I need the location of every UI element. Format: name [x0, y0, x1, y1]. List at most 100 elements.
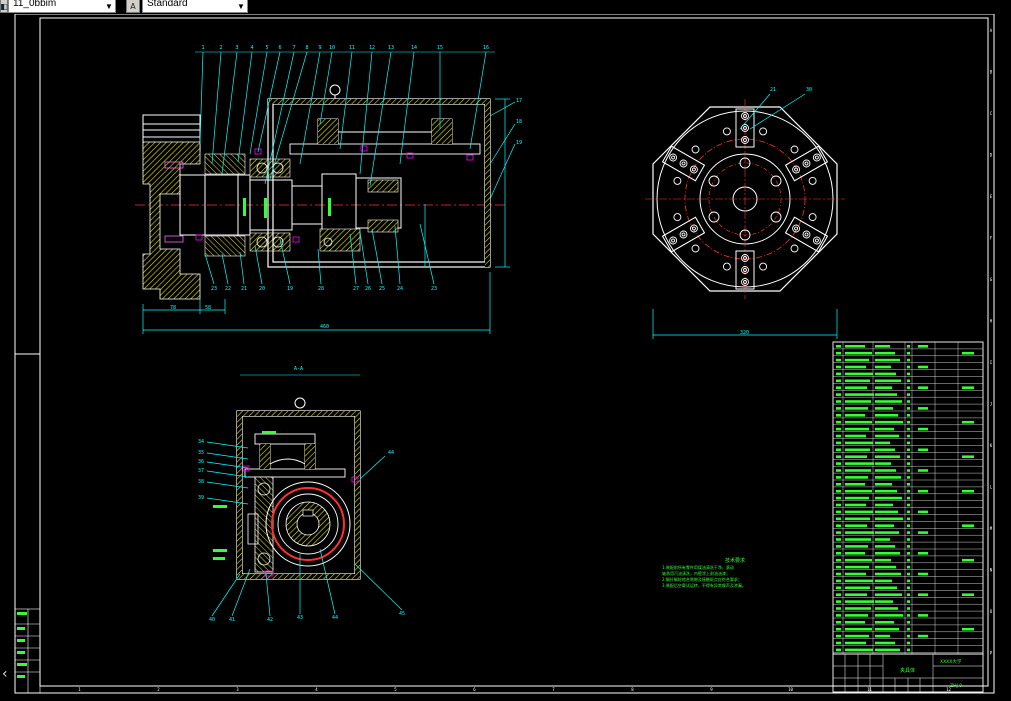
balloon-section-bottom: 42	[267, 617, 273, 623]
disc-view: 320 21 30	[645, 87, 845, 339]
balloon-top: 13	[388, 45, 394, 51]
border-col-label: 5	[394, 687, 397, 692]
front-view: 78 58 460 17 18 19	[135, 51, 522, 334]
chevron-down-icon[interactable]: ▼	[103, 0, 115, 12]
balloon-top: 6	[278, 45, 281, 51]
balloon-section-bottom: 43	[297, 615, 303, 621]
style-combo[interactable]: Standard ▼	[142, 0, 248, 13]
balloon-section-left: 38	[198, 479, 204, 485]
border-col-label: 4	[315, 687, 318, 692]
border-col-label: 3	[236, 687, 239, 692]
balloon-bottom: 27	[353, 286, 359, 292]
layer-combo[interactable]: 11_0bbim ▼	[8, 0, 116, 13]
border-row-label: K	[990, 443, 993, 448]
balloon-top: 9	[318, 45, 321, 51]
balloon-section-left: 39	[198, 495, 204, 501]
balloon-top: 14	[411, 45, 417, 51]
balloon-right: 18	[516, 119, 522, 125]
section-view-a-a: A-A 34353637383940 41 42 43 444544	[198, 366, 405, 623]
border-col-label: 8	[631, 687, 634, 692]
balloon-bottom: 23	[431, 286, 437, 292]
dim-disc: 320	[740, 330, 749, 336]
balloon-bottom: 28	[318, 286, 324, 292]
dim-total: 460	[320, 324, 329, 330]
balloon-bottom: 20	[259, 286, 265, 292]
balloon-top: 4	[250, 45, 253, 51]
tech-line: 1.装配前所有零件用煤油清洗干净，滚动	[662, 564, 734, 570]
border-row-label: C	[990, 111, 993, 116]
border-row-label: B	[990, 70, 993, 75]
parts-list	[832, 341, 984, 655]
tech-line: 轴承用汽油清洗，内壁涂上耐油油漆；	[662, 570, 730, 576]
border-row-label: E	[990, 194, 993, 199]
balloon-section-bottom: 41	[229, 617, 235, 623]
border-row-label: H	[990, 319, 993, 324]
balloon-bottom: 25	[379, 286, 385, 292]
balloon-section-bottom: 45	[399, 611, 405, 617]
disc-balloons: 21 30	[770, 87, 812, 93]
border-row-label: J	[990, 402, 992, 407]
balloon-section-left: 36	[198, 459, 204, 465]
border-row-label: O	[990, 609, 993, 614]
border-col-label: 1	[78, 687, 81, 692]
balloon-right: 17	[516, 98, 522, 104]
balloon-bottom: 23	[211, 286, 217, 292]
balloon-disc: 30	[806, 87, 812, 93]
style-combo-value: Standard	[147, 0, 188, 9]
chevron-left-icon[interactable]: ‹	[2, 666, 8, 682]
border-row-label: M	[990, 526, 993, 531]
border-row-label: L	[990, 485, 993, 490]
border-row-label: P	[990, 651, 993, 656]
border-row-label: G	[990, 277, 993, 282]
title-block-title: 夹具体	[900, 667, 915, 674]
tech-title: 技术要求	[725, 557, 745, 564]
balloon-section-left: 37	[198, 468, 204, 474]
balloon-section-left: 34	[198, 439, 204, 445]
tech-line: 2.蜗杆蜗轮啮合侧隙及接触斑点应符合要求；	[662, 576, 742, 582]
border-row-label: F	[990, 236, 993, 241]
text-style-icon[interactable]: A	[126, 0, 140, 13]
right-balloons: 17 18 19	[516, 98, 522, 146]
dim-mid: 58	[205, 305, 211, 311]
balloon-top: 16	[483, 45, 489, 51]
border-col-label: 6	[473, 687, 476, 692]
balloon-disc: 21	[770, 87, 776, 93]
balloon-section-bottom: 40	[209, 617, 215, 623]
balloon-top: 12	[369, 45, 375, 51]
chevron-down-icon[interactable]: ▼	[235, 0, 247, 12]
title-block-drawing-no: ZHJ-0	[950, 683, 962, 689]
balloon-bottom: 21	[241, 286, 247, 292]
balloon-right: 19	[516, 140, 522, 146]
balloon-bottom: 22	[225, 286, 231, 292]
revision-strip-text	[17, 612, 27, 678]
balloon-bottom: 24	[397, 286, 403, 292]
layer-icon[interactable]: ◧	[0, 0, 8, 13]
tech-line: 3.装配后空载试运转，不得有异常噪声及渗漏。	[662, 582, 746, 588]
balloon-section-bottom: 44	[332, 615, 338, 621]
balloon-top: 15	[437, 45, 443, 51]
border-row-labels: A B C D E F G H I J K L M N O P	[990, 28, 993, 656]
top-balloons: 1 2 3 4 5 6 7 8 9 10 11 12 13 14 15 16	[201, 45, 489, 51]
balloon-top: 11	[349, 45, 355, 51]
bottom-balloons: 23 22 21 20 19 28 27 26 25 24 23	[211, 286, 437, 292]
border-row-label: D	[990, 153, 993, 158]
balloon-top: 5	[265, 45, 268, 51]
border-row-label: I	[990, 360, 993, 365]
balloon-top: 10	[329, 45, 335, 51]
border-col-label: 7	[552, 687, 555, 692]
balloon-bottom: 19	[287, 286, 293, 292]
border-col-label: 2	[157, 687, 160, 692]
border-column-labels: 1 2 3 4 5 6 7 8 9 10 11 12	[78, 687, 951, 692]
dim-left: 78	[170, 305, 176, 311]
balloon-top: 8	[305, 45, 308, 51]
tech-requirements: 技术要求 1.装配前所有零件用煤油清洗干净，滚动轴承用汽油清洗，内壁涂上耐油油漆…	[662, 557, 746, 588]
border-col-label: 9	[710, 687, 713, 692]
balloon-bottom: 26	[365, 286, 371, 292]
cad-drawing-canvas[interactable]: 1 2 3 4 5 6 7 8 9 10 11 12 ABCDEFGHIJKLMNOP	[0, 14, 1011, 701]
border-row-label: A	[990, 28, 993, 33]
balloon-top: 1	[201, 45, 204, 51]
title-block-company: XXXX大学	[940, 658, 962, 665]
balloon-section-left: 35	[198, 450, 204, 456]
toolbar: ◧ 11_0bbim ▼ A Standard ▼	[0, 0, 1011, 14]
balloon-top: 7	[292, 45, 295, 51]
